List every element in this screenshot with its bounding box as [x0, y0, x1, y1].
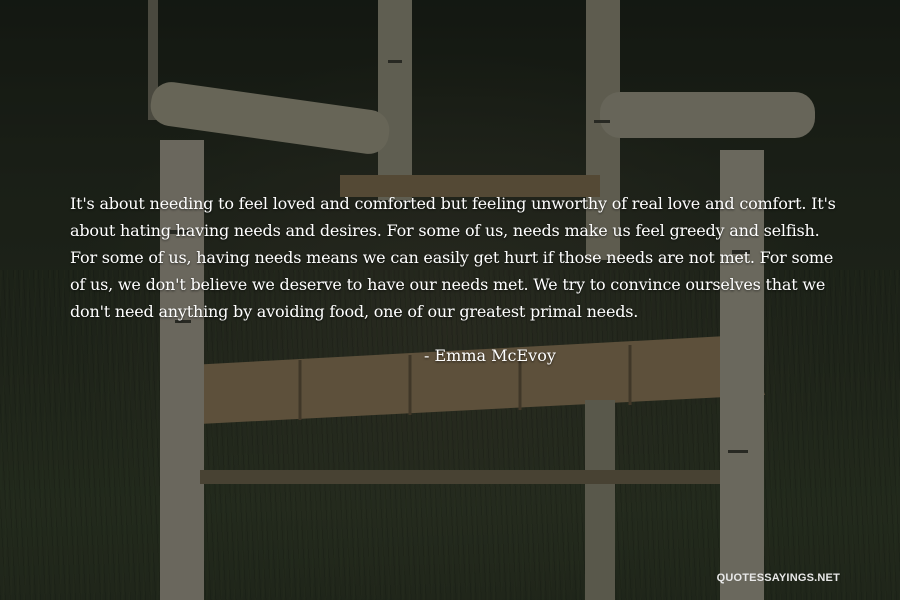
site-watermark: QUOTESSAYINGS.NET	[716, 572, 840, 584]
quote-image: It's about needing to feel loved and com…	[0, 0, 900, 600]
quote-text: It's about needing to feel loved and com…	[70, 194, 836, 321]
quote-author: - Emma McEvoy	[424, 346, 556, 365]
quote-block: It's about needing to feel loved and com…	[70, 190, 850, 325]
